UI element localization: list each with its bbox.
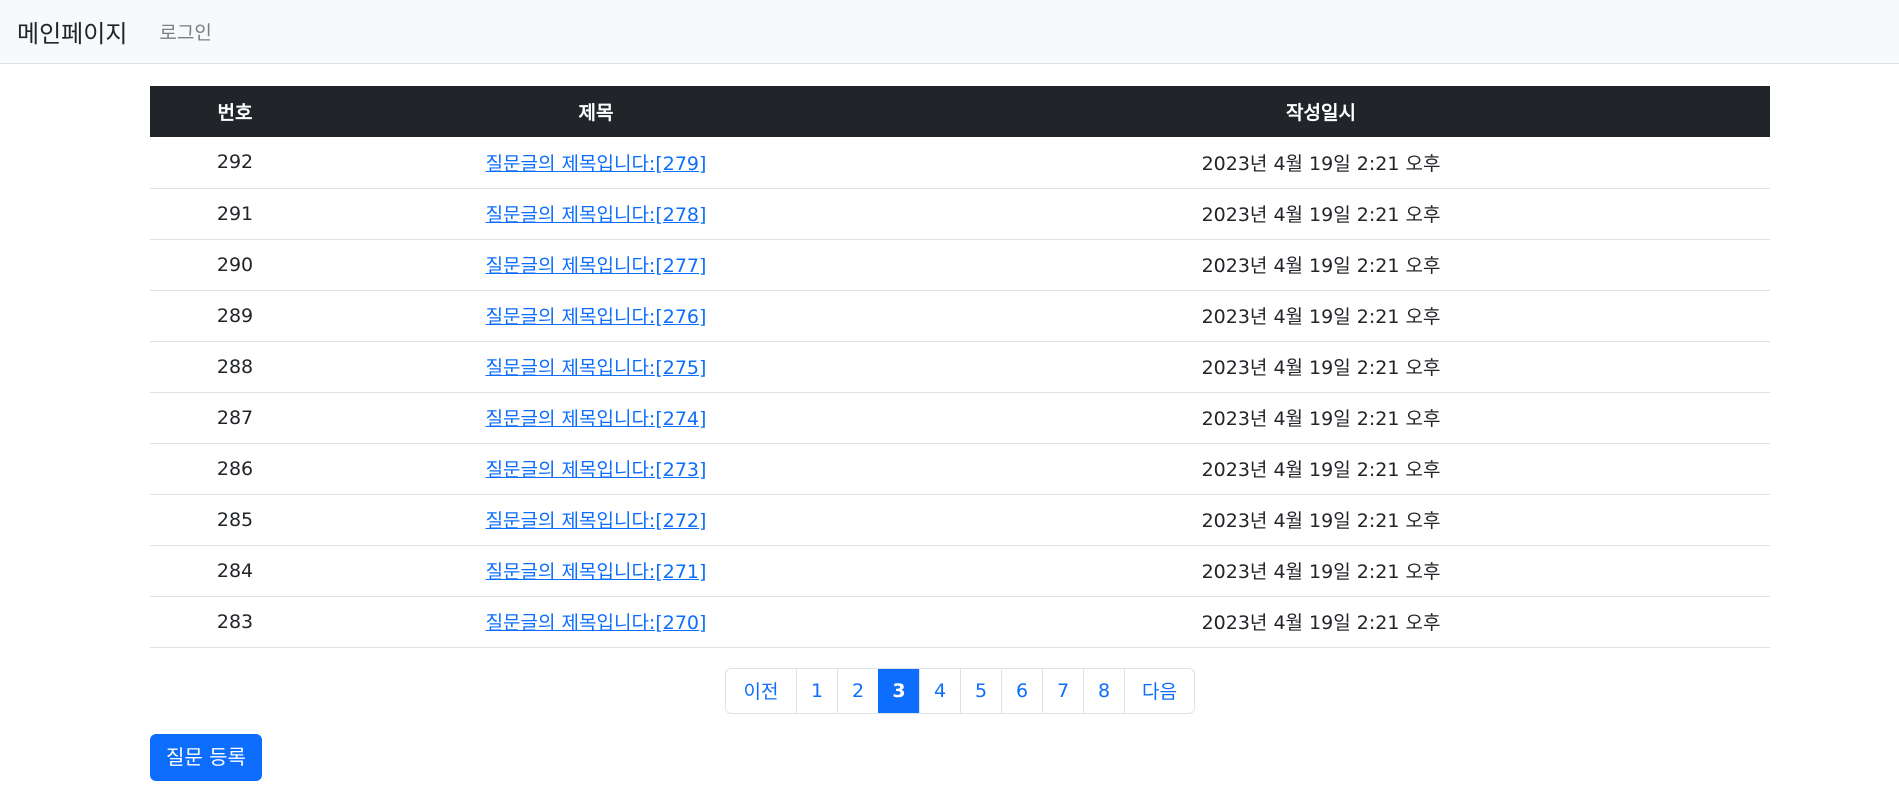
- row-title-cell: 질문글의 제목입니다:[275]: [320, 341, 872, 392]
- pagination-wrapper: 이전 1 2 3 4 5 6 7 8 다음: [150, 667, 1770, 714]
- row-date: 2023년 4월 19일 2:21 오후: [1201, 152, 1441, 175]
- row-number: 287: [216, 406, 254, 429]
- header-title: 제목: [578, 102, 614, 124]
- table-header-row: 번호 제목 작성일시: [150, 86, 1770, 137]
- row-number: 291: [216, 202, 254, 225]
- register-question-button[interactable]: 질문 등록: [150, 733, 262, 781]
- row-title-cell: 질문글의 제목입니다:[279]: [320, 137, 872, 188]
- table-row: 286 질문글의 제목입니다:[273] 2023년 4월 19일 2:21 오…: [150, 443, 1770, 494]
- row-number: 288: [216, 355, 254, 378]
- question-link[interactable]: 질문글의 제목입니다:[274]: [486, 408, 707, 430]
- pagination: 이전 1 2 3 4 5 6 7 8 다음: [725, 667, 1195, 714]
- table-row: 285 질문글의 제목입니다:[272] 2023년 4월 19일 2:21 오…: [150, 494, 1770, 545]
- row-date: 2023년 4월 19일 2:21 오후: [1201, 357, 1441, 379]
- row-title-cell: 질문글의 제목입니다:[273]: [320, 443, 872, 494]
- question-link[interactable]: 질문글의 제목입니다:[272]: [486, 510, 707, 532]
- question-link[interactable]: 질문글의 제목입니다:[273]: [486, 459, 707, 481]
- row-title-cell: 질문글의 제목입니다:[274]: [320, 392, 872, 443]
- row-date: 2023년 4월 19일 2:21 오후: [1201, 561, 1441, 583]
- row-date: 2023년 4월 19일 2:21 오후: [1201, 306, 1441, 328]
- question-link[interactable]: 질문글의 제목입니다:[271]: [486, 561, 707, 583]
- row-date: 2023년 4월 19일 2:21 오후: [1201, 204, 1441, 226]
- page-button-5[interactable]: 5: [960, 668, 1001, 713]
- brand-link[interactable]: 메인페이지: [17, 14, 127, 49]
- question-link[interactable]: 질문글의 제목입니다:[270]: [486, 612, 707, 634]
- page-button-7[interactable]: 7: [1042, 668, 1083, 713]
- question-link[interactable]: 질문글의 제목입니다:[275]: [486, 357, 707, 379]
- table-body: 292 질문글의 제목입니다:[279] 2023년 4월 19일 2:21 오…: [150, 137, 1770, 647]
- page-button-3-active[interactable]: 3: [878, 668, 919, 713]
- table-row: 287 질문글의 제목입니다:[274] 2023년 4월 19일 2:21 오…: [150, 392, 1770, 443]
- header-number: 번호: [217, 102, 253, 124]
- page-button-1[interactable]: 1: [796, 668, 837, 713]
- row-title-cell: 질문글의 제목입니다:[278]: [320, 188, 872, 239]
- table-row: 283 질문글의 제목입니다:[270] 2023년 4월 19일 2:21 오…: [150, 596, 1770, 647]
- page-button-2[interactable]: 2: [837, 668, 878, 713]
- header-date: 작성일시: [1286, 102, 1356, 124]
- page-button-4[interactable]: 4: [919, 668, 960, 713]
- row-number: 290: [216, 253, 254, 276]
- table-row: 288 질문글의 제목입니다:[275] 2023년 4월 19일 2:21 오…: [150, 341, 1770, 392]
- next-page-button[interactable]: 다음: [1124, 668, 1194, 713]
- row-date: 2023년 4월 19일 2:21 오후: [1201, 255, 1441, 277]
- question-link[interactable]: 질문글의 제목입니다:[276]: [486, 306, 707, 328]
- row-title-cell: 질문글의 제목입니다:[272]: [320, 494, 872, 545]
- row-number: 292: [216, 151, 254, 174]
- table-row: 289 질문글의 제목입니다:[276] 2023년 4월 19일 2:21 오…: [150, 290, 1770, 341]
- table-row: 284 질문글의 제목입니다:[271] 2023년 4월 19일 2:21 오…: [150, 545, 1770, 596]
- question-link[interactable]: 질문글의 제목입니다:[279]: [486, 153, 707, 175]
- row-number: 285: [216, 508, 254, 531]
- main-content: 번호 제목 작성일시 292 질문글의 제목입니다:[279] 2023년 4월…: [150, 86, 1770, 781]
- row-title-cell: 질문글의 제목입니다:[270]: [320, 596, 872, 647]
- row-number: 283: [216, 610, 254, 633]
- row-number: 286: [216, 457, 254, 480]
- table-row: 291 질문글의 제목입니다:[278] 2023년 4월 19일 2:21 오…: [150, 188, 1770, 239]
- page-button-8[interactable]: 8: [1083, 668, 1124, 713]
- row-date: 2023년 4월 19일 2:21 오후: [1201, 408, 1441, 430]
- question-table: 번호 제목 작성일시 292 질문글의 제목입니다:[279] 2023년 4월…: [150, 86, 1770, 648]
- table-row: 290 질문글의 제목입니다:[277] 2023년 4월 19일 2:21 오…: [150, 239, 1770, 290]
- row-title-cell: 질문글의 제목입니다:[271]: [320, 545, 872, 596]
- navbar: 메인페이지 로그인: [0, 0, 1899, 64]
- table-header: 번호 제목 작성일시: [150, 86, 1770, 137]
- row-number: 289: [216, 304, 254, 327]
- question-link[interactable]: 질문글의 제목입니다:[277]: [486, 255, 707, 277]
- table-row: 292 질문글의 제목입니다:[279] 2023년 4월 19일 2:21 오…: [150, 137, 1770, 188]
- row-number: 284: [216, 559, 254, 582]
- login-link[interactable]: 로그인: [159, 18, 211, 45]
- row-title-cell: 질문글의 제목입니다:[276]: [320, 290, 872, 341]
- row-title-cell: 질문글의 제목입니다:[277]: [320, 239, 872, 290]
- row-date: 2023년 4월 19일 2:21 오후: [1201, 612, 1441, 634]
- row-date: 2023년 4월 19일 2:21 오후: [1201, 510, 1441, 532]
- prev-page-button[interactable]: 이전: [726, 669, 796, 713]
- page-button-6[interactable]: 6: [1001, 668, 1042, 713]
- question-link[interactable]: 질문글의 제목입니다:[278]: [486, 204, 707, 226]
- row-date: 2023년 4월 19일 2:21 오후: [1201, 459, 1441, 481]
